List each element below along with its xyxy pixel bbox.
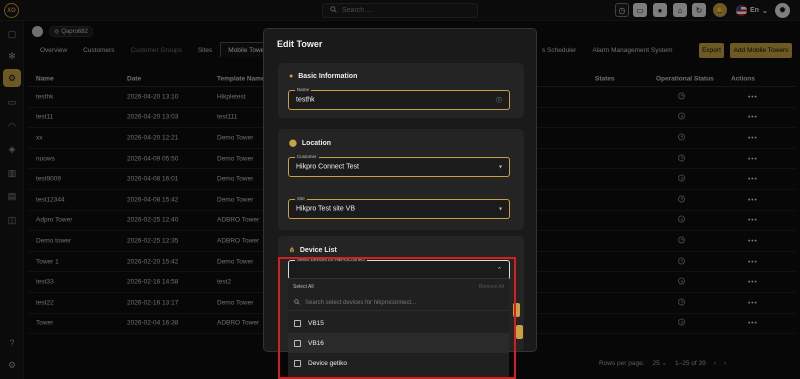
name-value: testhk — [296, 96, 315, 104]
hidden-action-button[interactable] — [516, 325, 523, 339]
device-list-title: Device List — [299, 246, 337, 254]
modal-title: Edit Tower — [277, 39, 323, 49]
basic-info-title: Basic Information — [298, 73, 358, 80]
site-label: Site — [295, 196, 307, 201]
location-heading: ⬤ Location — [289, 139, 332, 148]
site-select[interactable]: Site Hikpro Test site VB ▾ — [288, 196, 510, 219]
basic-info-section: ● Basic Information Name testhk ⓘ — [278, 63, 524, 118]
name-field[interactable]: Name testhk ⓘ — [288, 87, 510, 110]
customer-label: Customer — [295, 154, 319, 159]
location-title: Location — [301, 139, 332, 147]
name-label: Name — [295, 87, 312, 92]
chevron-down-icon: ▾ — [498, 164, 502, 171]
site-value: Hikpro Test site VB — [296, 205, 356, 213]
info-icon: ● — [289, 73, 294, 80]
device-tree-icon: ⋔ — [289, 247, 295, 254]
basic-info-heading: ● Basic Information — [289, 73, 357, 80]
app: XO ◷ ▭ ● ⌂ ↻ 🔔 En ⌄ ✹ ▢ ✻ ⚙ ▭ ◠ ◈ ▥ ▤ ◫ … — [0, 0, 800, 379]
chevron-down-icon: ▾ — [498, 206, 502, 213]
highlight-box — [278, 257, 516, 379]
device-list-heading: ⋔ Device List — [289, 246, 337, 255]
customer-value: Hikpro Connect Test — [296, 163, 359, 171]
customer-select[interactable]: Customer Hikpro Connect Test ▾ — [288, 154, 510, 177]
info-circle-icon: ⓘ — [495, 98, 502, 105]
location-section: ⬤ Location Customer Hikpro Connect Test … — [278, 129, 524, 230]
location-pin-icon: ⬤ — [289, 140, 297, 147]
